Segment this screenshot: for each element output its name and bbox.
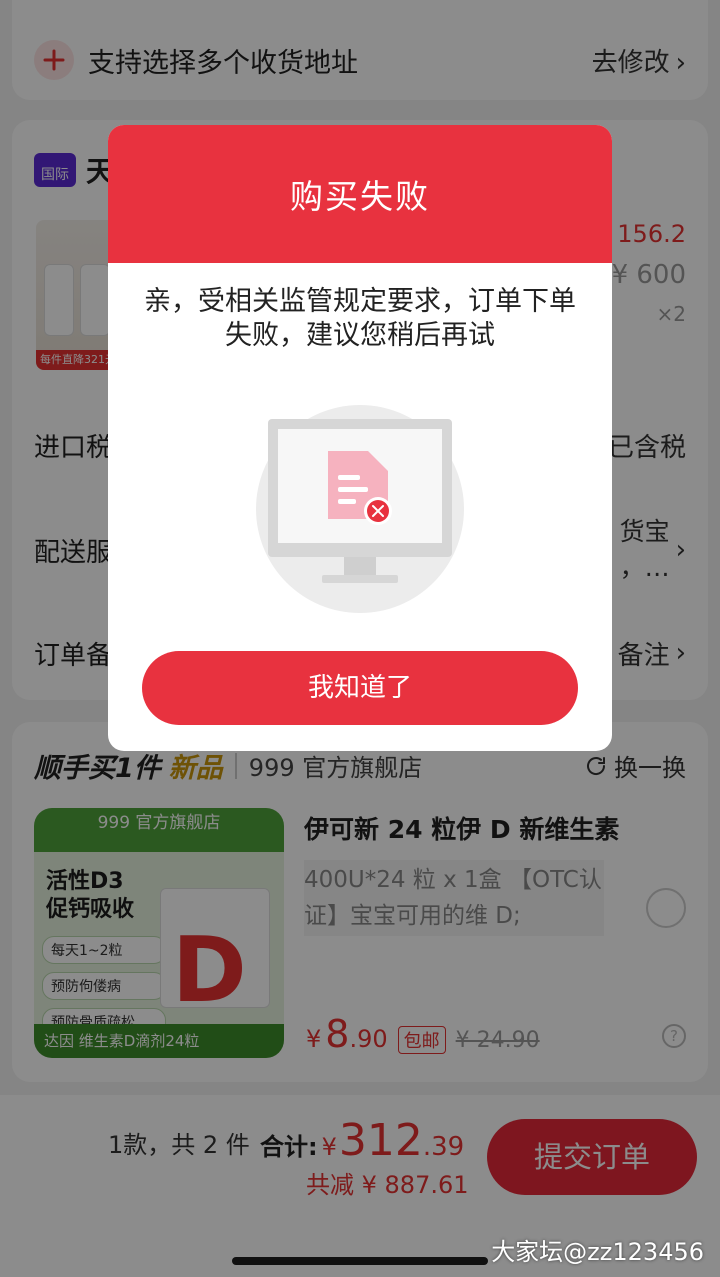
- purchase-failed-dialog: 购买失败 亲，受相关监管规定要求，订单下单失败，建议您稍后再试 我知道了: [108, 125, 612, 751]
- dialog-header: 购买失败: [108, 125, 612, 263]
- dialog-confirm-button[interactable]: 我知道了: [142, 651, 578, 725]
- home-indicator: [232, 1257, 488, 1265]
- failed-document-illustration: [256, 405, 464, 613]
- dialog-message: 亲，受相关监管规定要求，订单下单失败，建议您稍后再试: [144, 286, 576, 351]
- dialog-title: 购买失败: [290, 177, 430, 216]
- watermark-text: 大家坛@zz123456: [491, 1238, 704, 1266]
